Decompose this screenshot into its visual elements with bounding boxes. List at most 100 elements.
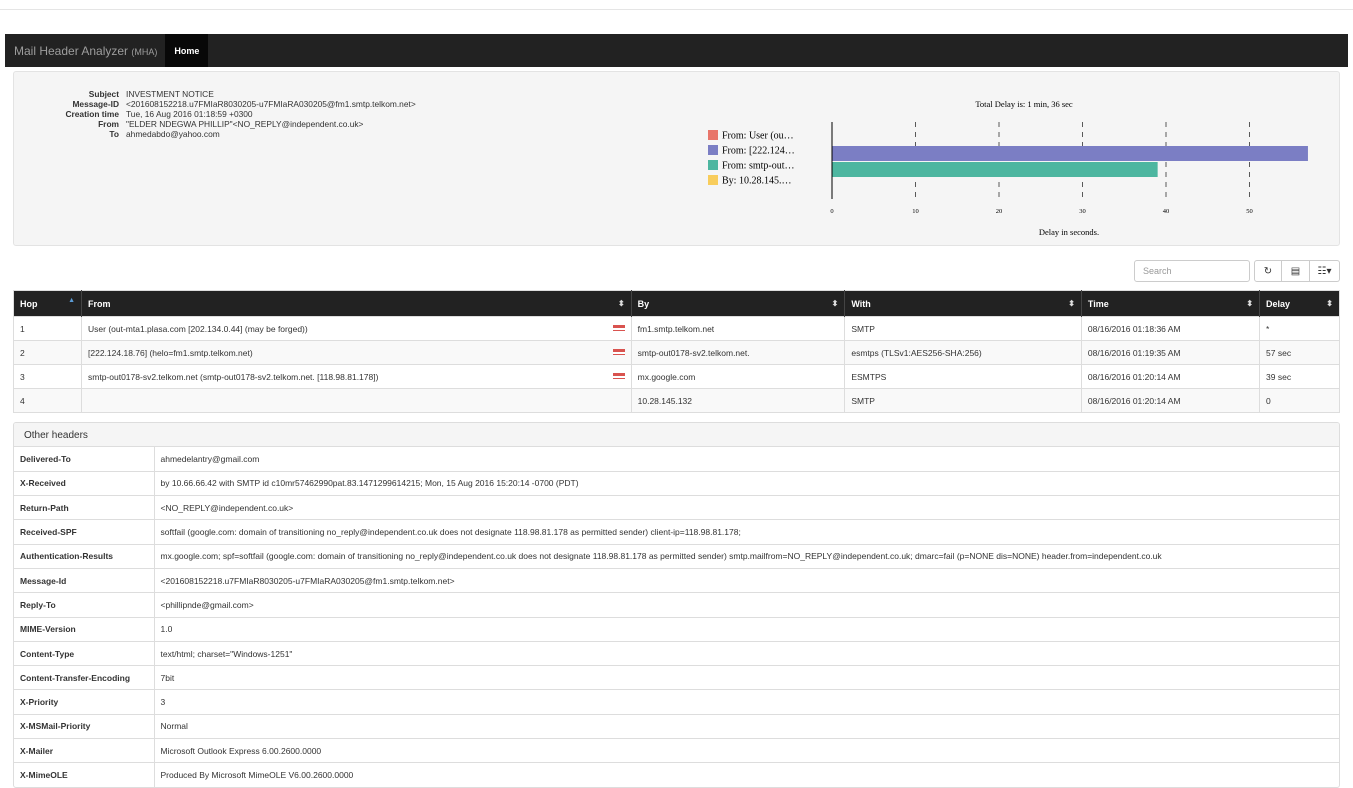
header-value: softfail (google.com: domain of transiti… [154, 519, 1339, 545]
header-key: Delivered-To [14, 447, 155, 472]
header-row: Return-Path <NO_REPLY@independent.co.uk> [14, 495, 1339, 520]
cell-by: fm1.smtp.telkom.net [631, 316, 846, 341]
sort-icon: ⬍ [617, 299, 625, 308]
cell-hop: 1 [13, 316, 83, 341]
cell-with: SMTP [844, 316, 1082, 341]
header-row: X-MimeOLE Produced By Microsoft MimeOLE V… [14, 762, 1339, 787]
column-header-label: Delay [1266, 298, 1291, 309]
column-header-label: With [851, 298, 871, 309]
sort-icon: ⬍ [1326, 299, 1333, 308]
summary-value: Tue, 16 Aug 2016 01:18:59 +0300 [126, 109, 253, 119]
legend-label: From: smtp-out… [722, 161, 795, 172]
cell-delay: 57 sec [1259, 340, 1340, 365]
column-header-with[interactable]: With ⬍ [844, 290, 1082, 317]
columns-button[interactable]: ☷▾ [1310, 260, 1340, 282]
column-header-delay[interactable]: Delay ⬍ [1259, 290, 1340, 317]
cell-from-text: [222.124.18.76] (helo=fm1.smtp.telkom.ne… [88, 347, 253, 358]
header-row: Content-Transfer-Encoding 7bit [14, 665, 1339, 690]
column-header-label: From [88, 298, 111, 309]
brand-subtitle: (MHA) [131, 46, 158, 57]
legend-label: From: [222.124… [722, 146, 795, 157]
header-value: 1.0 [154, 616, 1339, 642]
header-value: Produced By Microsoft MimeOLE V6.00.2600… [154, 762, 1339, 787]
hops-header-row: Hop ▲ From ⬍ By ⬍ With ⬍ Time ⬍ Delay ⬍ [13, 290, 1340, 317]
header-value: mx.google.com; spf=softfail (google.com:… [154, 543, 1339, 569]
cell-from-text: User (out-mta1.plasa.com [202.134.0.44] … [88, 323, 308, 334]
header-row: Reply-To <phillipnde@gmail.com> [14, 592, 1339, 618]
cell-from: smtp-out0178-sv2.telkom.net (smtp-out017… [81, 364, 632, 389]
sort-icon: ⬍ [1246, 299, 1254, 308]
cell-from: [222.124.18.76] (helo=fm1.smtp.telkom.ne… [81, 340, 632, 365]
brand-title: Mail Header Analyzer [14, 43, 129, 58]
column-header-label: Hop [20, 298, 38, 309]
header-key: Received-SPF [14, 519, 155, 545]
navbar: Mail Header Analyzer (MHA) Home [5, 34, 1348, 67]
sort-icon: ⬍ [1068, 299, 1075, 308]
other-headers-table: Delivered-To ahmedelantry@gmail.com X-Rec… [14, 447, 1339, 787]
cell-time: 08/16/2016 01:20:14 AM [1081, 364, 1261, 389]
cell-delay: * [1259, 316, 1340, 341]
sort-icon: ⬍ [831, 299, 839, 308]
header-row: Content-Type text/html; charset="Windows-… [14, 640, 1339, 666]
legend-swatch [708, 130, 718, 140]
header-row: X-Received by 10.66.66.42 with SMTP id c1… [14, 470, 1339, 496]
brand[interactable]: Mail Header Analyzer (MHA) [5, 44, 157, 58]
header-value: ahmedelantry@gmail.com [160, 453, 260, 464]
cell-delay: 0 [1259, 388, 1340, 413]
toggle-view-button[interactable]: ▤ [1282, 260, 1310, 282]
summary-key: Creation time [65, 109, 119, 119]
header-row: Delivered-To ahmedelantry@gmail.com [14, 447, 1339, 472]
search-input[interactable] [1134, 260, 1250, 282]
chart-xlabel: Delay in seconds. [1039, 227, 1099, 237]
summary-key: Subject [88, 89, 119, 99]
cell-with: esmtps (TLSv1:AES256-SHA:256) [844, 340, 1082, 365]
nav-home[interactable]: Home [165, 34, 209, 67]
table-row: 3 smtp-out0178-sv2.telkom.net (smtp-out0… [13, 364, 1340, 389]
header-key: Message-Id [14, 567, 155, 593]
summary-row-message-id: Message-ID <201608152218.u7FMIaR8030205-u… [14, 99, 416, 109]
header-value: <NO_REPLY@independent.co.uk> [154, 495, 1339, 520]
header-row: X-Priority 3 [14, 689, 1339, 715]
chart-bar [832, 162, 1158, 177]
column-header-from[interactable]: From ⬍ [81, 290, 632, 317]
flag-icon [612, 324, 625, 331]
cell-by: 10.28.145.132 [631, 388, 846, 413]
header-key: X-Mailer [14, 738, 155, 763]
top-divider [0, 9, 1353, 10]
cell-delay: 39 sec [1259, 364, 1340, 389]
chart-tick-label: 20 [996, 208, 1003, 215]
summary-row-creation-time: Creation time Tue, 16 Aug 2016 01:18:59 +… [14, 109, 416, 119]
header-row: Authentication-Results mx.google.com; spf… [14, 543, 1339, 569]
header-value: 3 [154, 689, 1339, 715]
column-header-label: Time [1087, 298, 1109, 309]
refresh-icon: ↻ [1263, 265, 1273, 277]
summary-panel: Subject INVESTMENT NOTICE Message-ID <2016… [13, 71, 1340, 246]
column-header-time[interactable]: Time ⬍ [1081, 290, 1261, 317]
cell-from: User (out-mta1.plasa.com [202.134.0.44] … [81, 316, 632, 341]
header-key: Authentication-Results [14, 543, 155, 569]
header-row: MIME-Version 1.0 [14, 616, 1339, 642]
sort-asc-icon: ▲ [68, 297, 76, 304]
chart-title: Total Delay is: 1 min, 36 sec [975, 99, 1073, 109]
cell-time: 08/16/2016 01:20:14 AM [1081, 388, 1261, 413]
summary-key: From [98, 119, 119, 129]
table-toolbar: ↻ ▤ ☷▾ [1134, 260, 1340, 282]
refresh-button[interactable]: ↻ [1254, 260, 1282, 282]
summary-value: INVESTMENT NOTICE [126, 89, 214, 99]
delay-chart: Total Delay is: 1 min, 36 sec Delay in s… [694, 72, 1334, 247]
cell-time: 08/16/2016 01:19:35 AM [1081, 340, 1261, 365]
chart-tick-label: 30 [1079, 208, 1086, 215]
column-header-hop[interactable]: Hop ▲ [13, 290, 83, 317]
summary-row-subject: Subject INVESTMENT NOTICE [14, 89, 416, 99]
cell-from-text: smtp-out0178-sv2.telkom.net (smtp-out017… [88, 371, 379, 382]
header-row: X-Mailer Microsoft Outlook Express 6.00.2… [14, 738, 1339, 763]
other-headers-panel: Other headers Delivered-To ahmedelantry@g… [13, 422, 1340, 788]
column-header-by[interactable]: By ⬍ [631, 290, 846, 317]
header-value: Microsoft Outlook Express 6.00.2600.0000 [154, 738, 1339, 763]
header-key: Reply-To [14, 592, 155, 618]
header-key: X-MSMail-Priority [14, 713, 155, 739]
cell-by: smtp-out0178-sv2.telkom.net. [631, 340, 846, 365]
summary-value: <201608152218.u7FMIaR8030205-u7FMIaRA030… [126, 99, 416, 109]
chart-bar [832, 146, 1308, 161]
cell-time: 08/16/2016 01:18:36 AM [1081, 316, 1261, 341]
